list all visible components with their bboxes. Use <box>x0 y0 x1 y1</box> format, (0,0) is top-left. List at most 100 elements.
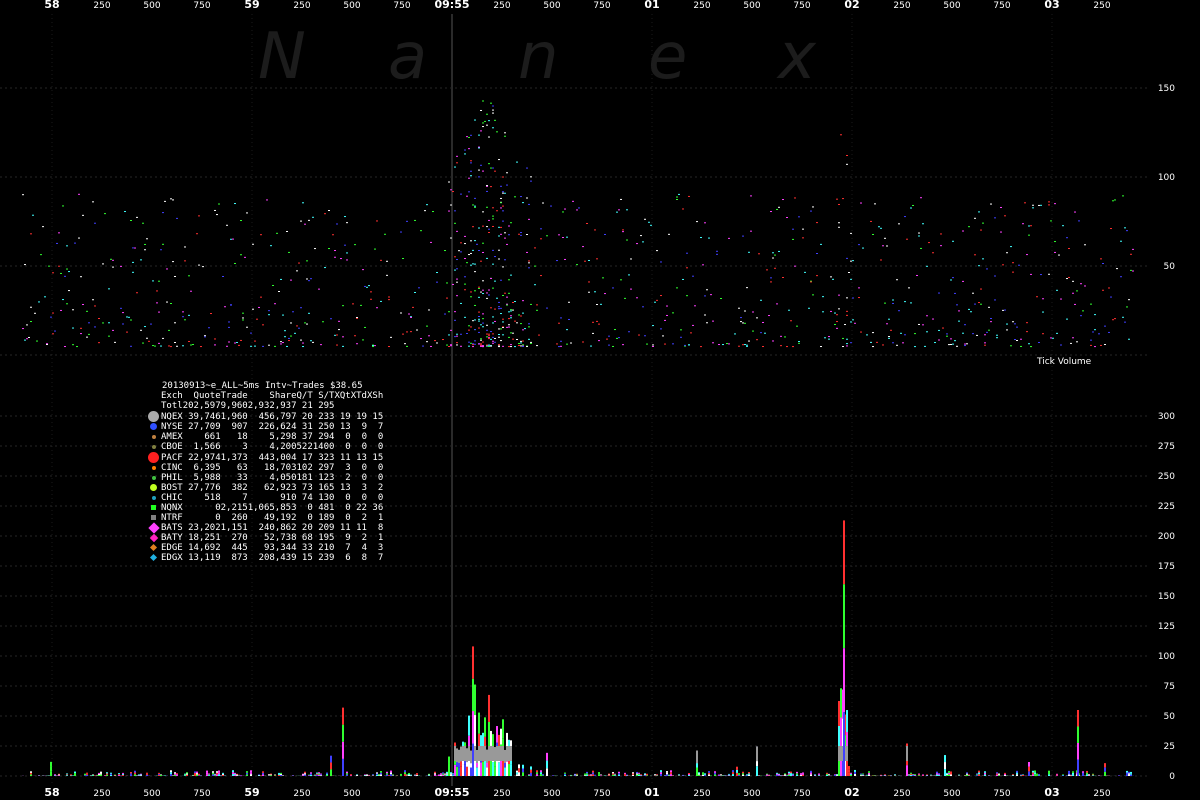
volume-bar <box>778 774 780 776</box>
scatter-point <box>312 216 314 218</box>
bottom-y-tick-label: 150 <box>1158 592 1175 602</box>
scatter-point <box>950 343 952 345</box>
scatter-point <box>406 220 408 222</box>
volume-bar <box>618 774 620 776</box>
volume-bar <box>574 773 576 775</box>
scatter-point <box>522 346 524 348</box>
scatter-point <box>784 336 786 338</box>
scatter-point <box>568 318 570 320</box>
scatter-point <box>226 224 228 226</box>
scatter-point <box>174 275 176 277</box>
volume-bar-base <box>476 750 478 764</box>
scatter-point <box>242 317 244 319</box>
scatter-point <box>1038 341 1040 343</box>
scatter-point <box>846 297 848 299</box>
volume-bar <box>984 771 986 773</box>
scatter-point <box>498 336 500 338</box>
scatter-point <box>916 274 918 276</box>
scatter-point <box>406 345 408 347</box>
scatter-point <box>710 294 712 296</box>
legend-cell-name: BATY <box>161 533 183 543</box>
scatter-point <box>1080 315 1082 317</box>
scatter-point <box>488 120 490 122</box>
scatter-point <box>436 281 438 283</box>
scatter-point <box>172 199 174 201</box>
scatter-point <box>514 301 516 303</box>
scatter-point <box>1014 339 1016 341</box>
scatter-point <box>530 341 532 343</box>
scatter-point <box>330 318 332 320</box>
volume-bar-base <box>474 746 476 761</box>
scatter-point <box>486 257 488 259</box>
scatter-point <box>68 271 70 273</box>
volume-bar-base <box>510 746 512 761</box>
scatter-point <box>626 209 628 211</box>
scatter-point <box>1120 240 1122 242</box>
scatter-point <box>1068 247 1070 249</box>
scatter-point <box>162 243 164 245</box>
scatter-point <box>124 211 126 213</box>
scatter-point <box>1062 225 1064 227</box>
scatter-point <box>446 344 448 346</box>
scatter-point <box>472 343 474 345</box>
legend-cell-st: 209 <box>318 523 335 533</box>
volume-bar <box>540 770 542 773</box>
scatter-point <box>464 276 466 278</box>
volume-bar <box>790 773 792 775</box>
scatter-point <box>338 329 340 331</box>
scatter-point <box>408 313 410 315</box>
scatter-point <box>492 109 494 111</box>
volume-bar <box>408 772 410 774</box>
scatter-point <box>622 229 624 231</box>
scatter-point <box>946 335 948 337</box>
scatter-point <box>428 309 430 311</box>
volume-bar <box>30 772 32 775</box>
volume-bar <box>542 775 544 776</box>
scatter-point <box>534 265 536 267</box>
scatter-point <box>744 322 746 324</box>
scatter-point <box>354 244 356 246</box>
scatter-point <box>978 265 980 267</box>
bottom-y-tick-label: 25 <box>1164 742 1175 752</box>
scatter-point <box>296 270 298 272</box>
scatter-point <box>108 335 110 337</box>
volume-bar <box>522 768 524 773</box>
volume-bar <box>448 769 450 776</box>
scatter-point <box>688 344 690 346</box>
volume-bar-base <box>470 750 472 764</box>
scatter-point <box>324 267 326 269</box>
volume-bar <box>1092 774 1094 776</box>
time-tick-label: 750 <box>393 1 410 11</box>
time-tick-label: 750 <box>193 1 210 11</box>
scatter-point <box>820 346 822 348</box>
volume-bar <box>598 772 600 774</box>
volume-spike <box>843 712 845 776</box>
scatter-point <box>42 226 44 228</box>
volume-bar <box>330 769 332 776</box>
volume-bar <box>218 770 220 773</box>
scatter-point <box>454 222 456 224</box>
scatter-point <box>474 329 476 331</box>
legend-cell-quote: 1,566 <box>193 442 221 452</box>
scatter-point <box>464 149 466 151</box>
scatter-point <box>1000 231 1002 233</box>
volume-bar <box>100 773 102 775</box>
scatter-point <box>778 206 780 208</box>
volume-bar <box>372 774 374 776</box>
scatter-point <box>984 344 986 346</box>
scatter-point <box>502 205 504 207</box>
volume-bar <box>848 772 850 776</box>
volume-bar <box>66 775 68 776</box>
scatter-point <box>964 343 966 345</box>
scatter-point <box>478 286 480 288</box>
scatter-point <box>766 269 768 271</box>
volume-bar <box>918 775 920 776</box>
volume-bar <box>546 760 548 769</box>
volume-bar <box>1068 772 1070 775</box>
volume-bar <box>234 774 236 776</box>
volume-bar <box>466 766 468 776</box>
legend-marker <box>148 442 159 452</box>
scatter-point <box>374 248 376 250</box>
scatter-point <box>492 127 494 129</box>
time-tick-label: 500 <box>743 1 760 11</box>
